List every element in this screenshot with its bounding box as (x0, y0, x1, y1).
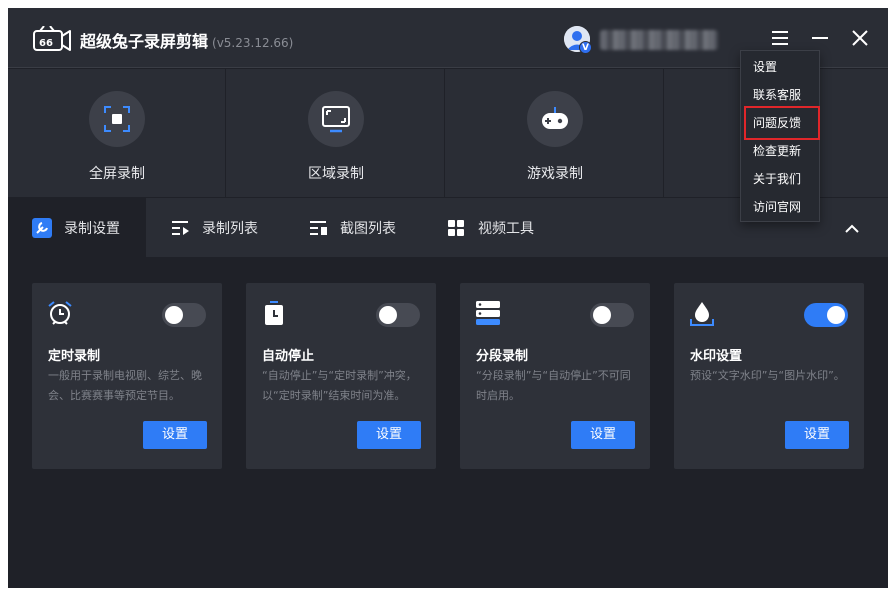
segment-record-toggle[interactable] (590, 303, 634, 327)
menu-icon[interactable] (768, 26, 792, 50)
card-description: “分段录制”与“自动停止”不可同时启用。 (476, 369, 631, 402)
card-description: “自动停止”与“定时录制”冲突，以“定时录制”结束时间为准。 (262, 369, 417, 402)
fullscreen-record-icon-circle (89, 91, 145, 147)
card-title: 自动停止 (262, 349, 315, 364)
toggle-knob (165, 306, 183, 324)
card-scheduled-record: 定时录制 一般用于录制电视剧、综艺、晚会、比赛赛事等预定节目。 设置 (32, 283, 222, 469)
main-menu-dropdown: 设置 联系客服 问题反馈 检查更新 关于我们 访问官网 (740, 50, 820, 222)
record-list-icon (170, 218, 190, 238)
mode-region-record[interactable]: 区域录制 (227, 69, 445, 197)
toggle-knob (379, 306, 397, 324)
mode-fullscreen-record[interactable]: 全屏录制 (8, 69, 226, 197)
menu-item-contact-support[interactable]: 联系客服 (741, 81, 819, 109)
feedback-highlight-box (744, 106, 820, 140)
card-title: 分段录制 (476, 349, 529, 364)
card-segment-record: 分段录制 “分段录制”与“自动停止”不可同时启用。 设置 (460, 283, 650, 469)
scheduled-record-toggle[interactable] (162, 303, 206, 327)
scheduled-record-settings-button[interactable]: 设置 (143, 421, 207, 449)
tab-video-tools[interactable]: 视频工具 (446, 198, 534, 258)
svg-text:66: 66 (39, 38, 53, 49)
rabbit-camera-logo-icon: 66 (33, 26, 71, 51)
watermark-toggle[interactable] (804, 303, 848, 327)
wrench-icon (32, 218, 52, 238)
gamepad-icon-circle (527, 91, 583, 147)
segment-record-settings-button[interactable]: 设置 (571, 421, 635, 449)
tab-record-list[interactable]: 录制列表 (170, 198, 258, 258)
minimize-icon[interactable] (808, 26, 832, 50)
menu-item-check-update[interactable]: 检查更新 (741, 137, 819, 165)
segments-icon (476, 301, 500, 325)
gamepad-icon (542, 107, 568, 129)
fullscreen-record-icon (104, 106, 130, 132)
watermark-drop-icon (690, 302, 714, 326)
close-icon[interactable] (848, 26, 872, 50)
card-watermark: 水印设置 预设“文字水印”与“图片水印”。 设置 (674, 283, 864, 469)
mode-game-record[interactable]: 游戏录制 (446, 69, 664, 197)
mode-label: 全屏录制 (89, 166, 145, 182)
username-blurred (600, 30, 718, 50)
menu-item-official-site[interactable]: 访问官网 (741, 193, 819, 221)
mode-label: 区域录制 (308, 166, 364, 182)
card-title: 定时录制 (48, 349, 101, 364)
app-window: 66 超级兔子录屏剪辑 (v5.23.12.66) V 全屏录制 区域录制 游戏… (8, 8, 888, 588)
alarm-clock-icon (48, 301, 72, 325)
menu-item-about[interactable]: 关于我们 (741, 165, 819, 193)
app-version: (v5.23.12.66) (212, 36, 294, 50)
app-name: 超级兔子录屏剪辑 (80, 32, 209, 51)
card-description: 预设“文字水印”与“图片水印”。 (690, 369, 845, 382)
tab-label: 录制设置 (64, 221, 120, 237)
tab-record-settings[interactable]: 录制设置 (8, 198, 146, 258)
chevron-up-icon[interactable] (842, 219, 862, 239)
vip-badge: V (579, 41, 592, 54)
watermark-settings-button[interactable]: 设置 (785, 421, 849, 449)
card-auto-stop: 自动停止 “自动停止”与“定时录制”冲突，以“定时录制”结束时间为准。 设置 (246, 283, 436, 469)
toggle-knob (593, 306, 611, 324)
tab-label: 录制列表 (202, 221, 258, 237)
auto-stop-settings-button[interactable]: 设置 (357, 421, 421, 449)
menu-item-settings[interactable]: 设置 (741, 53, 819, 81)
auto-stop-toggle[interactable] (376, 303, 420, 327)
region-record-icon-circle (308, 91, 364, 147)
card-title: 水印设置 (690, 349, 743, 364)
tab-label: 截图列表 (340, 221, 396, 237)
tab-label: 视频工具 (478, 221, 534, 237)
toggle-knob (827, 306, 845, 324)
region-record-icon (322, 106, 350, 133)
grid-tools-icon (446, 218, 466, 238)
timer-icon (265, 301, 283, 325)
screenshot-list-icon (308, 218, 328, 238)
card-description: 一般用于录制电视剧、综艺、晚会、比赛赛事等预定节目。 (48, 369, 202, 402)
app-title: 超级兔子录屏剪辑 (v5.23.12.66) (80, 28, 293, 52)
mode-label: 游戏录制 (527, 166, 583, 182)
tab-screenshot-list[interactable]: 截图列表 (308, 198, 396, 258)
